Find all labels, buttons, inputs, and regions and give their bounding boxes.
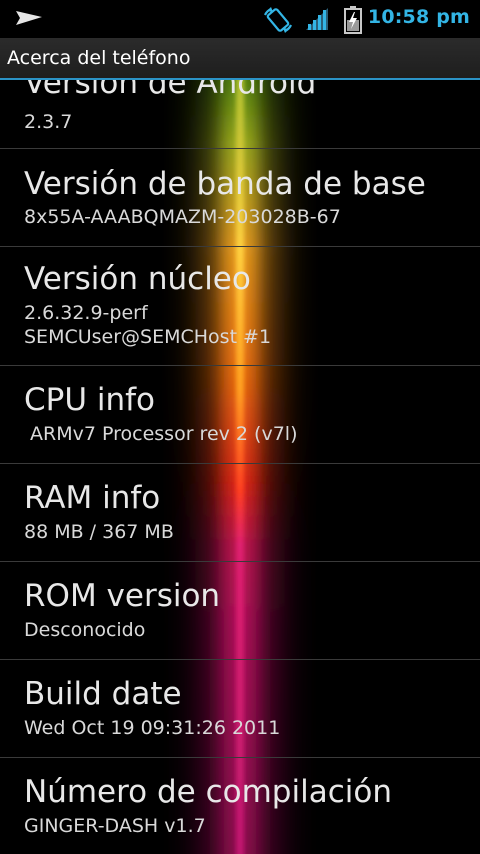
status-bar: 10:58 pm [0,0,480,38]
settings-list-container[interactable]: Versión de Android 2.3.7 Versión de band… [0,80,480,854]
item-summary: 2.3.7 [24,111,73,133]
status-time: 10:58 pm [367,6,470,28]
list-item-baseband-version[interactable]: Versión de banda de base 8x55A-AAABQMAZM… [0,149,480,247]
item-title: Versión núcleo [24,261,251,297]
item-summary: ARMv7 Processor rev 2 (v7l) [24,423,298,445]
item-title: ROM version [24,578,221,614]
item-title: Build date [24,676,182,712]
item-summary: Desconocido [24,619,146,641]
list-item-cpu-info[interactable]: CPU info ARMv7 Processor rev 2 (v7l) [0,366,480,464]
signal-icon [306,8,328,30]
list-item-rom-version[interactable]: ROM version Desconocido [0,562,480,660]
list-item-android-version[interactable]: Versión de Android 2.3.7 [0,80,480,149]
item-summary: 8x55A-AAABQMAZM-203028B-67 [24,206,341,228]
item-summary: GINGER-DASH v1.7 [24,815,206,837]
settings-list: Versión de Android 2.3.7 Versión de band… [0,80,480,854]
screen: 10:58 pm Acerca del teléfono Versión de … [0,0,480,854]
item-title: RAM info [24,480,161,516]
item-title: CPU info [24,382,156,418]
notification-play-icon[interactable] [16,11,42,25]
list-item-ram-info[interactable]: RAM info 88 MB / 367 MB [0,464,480,562]
item-summary: 2.6.32.9-perf SEMCUser@SEMCHost #1 [24,302,272,348]
list-item-build-number[interactable]: Número de compilación GINGER-DASH v1.7 [0,758,480,854]
rotation-lock-icon [263,7,293,33]
item-summary: Wed Oct 19 09:31:26 2011 [24,717,281,739]
item-title: Versión de banda de base [24,166,426,202]
title-bar: Acerca del teléfono [0,38,480,80]
item-title: Versión de Android [24,80,317,101]
battery-charging-icon [344,6,362,34]
item-summary: 88 MB / 367 MB [24,521,174,543]
list-item-kernel-version[interactable]: Versión núcleo 2.6.32.9-perf SEMCUser@SE… [0,247,480,366]
item-title: Número de compilación [24,774,392,810]
list-item-build-date[interactable]: Build date Wed Oct 19 09:31:26 2011 [0,660,480,758]
page-title: Acerca del teléfono [7,47,191,69]
